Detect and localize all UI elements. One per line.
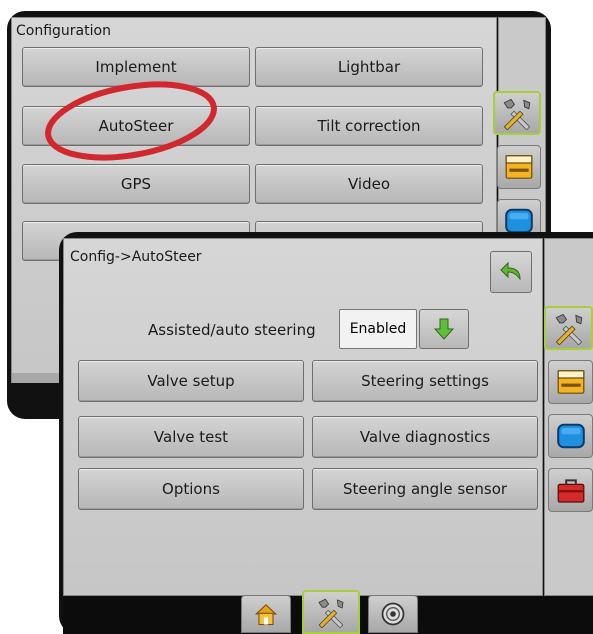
gps-button[interactable]: GPS bbox=[22, 164, 250, 204]
steering-angle-sensor-button[interactable]: Steering angle sensor bbox=[312, 468, 538, 510]
tab-display[interactable] bbox=[548, 414, 593, 458]
gauge-icon bbox=[379, 600, 407, 628]
nav-home[interactable] bbox=[241, 595, 291, 633]
toolbox-icon bbox=[555, 474, 587, 506]
assisted-auto-steering-value[interactable]: Enabled bbox=[339, 309, 417, 349]
valve-diagnostics-button[interactable]: Valve diagnostics bbox=[312, 416, 538, 458]
tab-tools[interactable] bbox=[544, 306, 593, 350]
tab-toolbox[interactable] bbox=[548, 468, 593, 512]
nav-tools[interactable] bbox=[302, 590, 360, 634]
lightbar-button[interactable]: Lightbar bbox=[255, 47, 483, 87]
autosteer-panel: Config->AutoSteer Assisted/auto steering… bbox=[63, 238, 543, 596]
options-button[interactable]: Options bbox=[78, 468, 304, 510]
tab-tools[interactable] bbox=[493, 91, 541, 135]
tools-icon bbox=[500, 96, 534, 130]
display-window-icon bbox=[555, 420, 587, 452]
back-arrow-icon bbox=[500, 261, 521, 281]
back-button[interactable] bbox=[490, 251, 532, 293]
data-drawer-icon bbox=[503, 151, 535, 183]
valve-setup-button[interactable]: Valve setup bbox=[78, 360, 304, 402]
data-drawer-icon bbox=[555, 366, 587, 398]
tools-icon bbox=[552, 311, 586, 345]
implement-button[interactable]: Implement bbox=[22, 47, 250, 87]
assisted-auto-steering-dropdown[interactable] bbox=[419, 309, 469, 349]
steering-settings-button[interactable]: Steering settings bbox=[312, 360, 538, 402]
page-title: Config->AutoSteer bbox=[70, 249, 202, 265]
tab-data[interactable] bbox=[497, 145, 541, 189]
autosteer-button[interactable]: AutoSteer bbox=[22, 106, 250, 146]
home-icon bbox=[252, 600, 280, 628]
assisted-auto-steering-label: Assisted/auto steering bbox=[148, 321, 316, 339]
tilt-correction-button[interactable]: Tilt correction bbox=[255, 106, 483, 146]
tools-icon bbox=[315, 596, 347, 628]
autosteer-screen: Config->AutoSteer Assisted/auto steering… bbox=[59, 232, 593, 634]
valve-test-button[interactable]: Valve test bbox=[78, 416, 304, 458]
down-arrow-icon bbox=[433, 318, 455, 340]
nav-gauge[interactable] bbox=[368, 595, 418, 633]
page-title: Configuration bbox=[16, 23, 111, 39]
tab-data[interactable] bbox=[548, 360, 593, 404]
video-button[interactable]: Video bbox=[255, 164, 483, 204]
